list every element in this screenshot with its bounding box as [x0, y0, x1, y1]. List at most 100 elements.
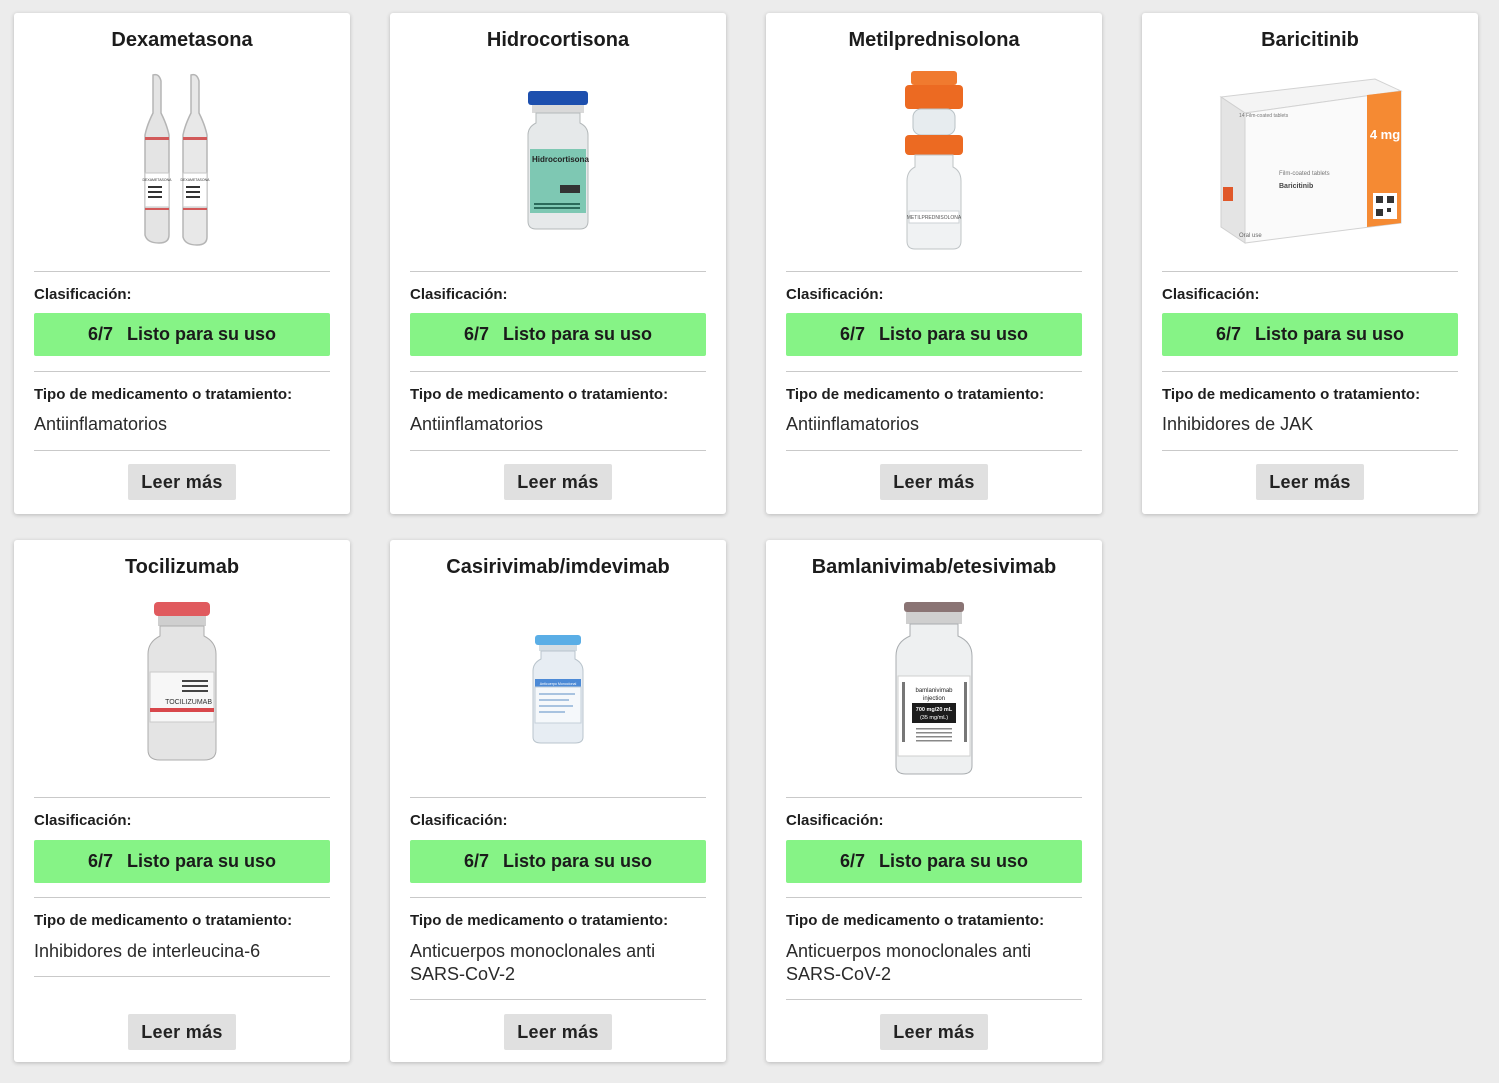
- svg-text:(35 mg/mL): (35 mg/mL): [920, 715, 948, 721]
- type-value: Antiinflamatorios: [786, 414, 920, 434]
- svg-text:Oral use: Oral use: [1239, 233, 1262, 239]
- medication-card-baricitinib: Baricitinib 4 mg 14 Film-coated tablets …: [1142, 13, 1478, 514]
- type-value: Anticuerpos monoclonales anti SARS-CoV-2: [786, 941, 1032, 984]
- status-text: Listo para su uso: [127, 851, 277, 871]
- divider: [786, 797, 1082, 798]
- divider: [410, 999, 706, 1000]
- divider: [34, 797, 330, 798]
- read-more-button[interactable]: Leer más: [880, 464, 988, 500]
- read-more-button[interactable]: Leer más: [504, 1014, 612, 1050]
- status-text: Listo para su uso: [1255, 324, 1405, 344]
- divider: [1162, 371, 1458, 372]
- svg-text:700 mg/20 mL: 700 mg/20 mL: [916, 707, 953, 713]
- divider: [410, 371, 706, 372]
- type-label: Tipo de medicamento o tratamiento:: [410, 912, 669, 929]
- svg-text:DEXAMETASONA: DEXAMETASONA: [143, 178, 173, 182]
- classification-label: Clasificación:: [1162, 286, 1260, 303]
- status-badge: 6/7 Listo para su uso: [34, 313, 330, 356]
- read-more-button[interactable]: Leer más: [504, 464, 612, 500]
- svg-text:DEXAMETASONA: DEXAMETASONA: [181, 178, 211, 182]
- divider: [34, 897, 330, 898]
- card-title: Casirivimab/imdevimab: [446, 556, 670, 578]
- status-badge: 6/7 Listo para su uso: [410, 840, 706, 883]
- svg-text:bamlanivimab: bamlanivimab: [915, 688, 953, 694]
- divider: [786, 450, 1082, 451]
- type-value: Anticuerpos monoclonales anti SARS-CoV-2: [410, 941, 656, 984]
- divider: [410, 450, 706, 451]
- divider: [1162, 450, 1458, 451]
- svg-text:14 Film-coated tablets: 14 Film-coated tablets: [1239, 113, 1289, 119]
- status-text: Listo para su uso: [503, 851, 653, 871]
- svg-text:METILPREDNISOLONA: METILPREDNISOLONA: [907, 215, 962, 221]
- status-badge: 6/7 Listo para su uso: [786, 840, 1082, 883]
- card-title: Hidrocortisona: [486, 29, 630, 51]
- medication-card-casirivimab-imdevimab: Casirivimab/imdevimab Anticuerpo Monoclo…: [390, 540, 726, 1062]
- status-badge: 6/7 Listo para su uso: [1162, 313, 1458, 356]
- vial-icon: Anticuerpo Monoclonal: [532, 635, 584, 744]
- status-score: 6/7: [463, 851, 489, 871]
- divider: [786, 999, 1082, 1000]
- divider: [34, 450, 330, 451]
- divider: [410, 897, 706, 898]
- status-score: 6/7: [1215, 324, 1241, 344]
- type-label: Tipo de medicamento o tratamiento:: [786, 386, 1045, 403]
- svg-text:Baricitinib: Baricitinib: [1279, 183, 1313, 190]
- read-more-button[interactable]: Leer más: [128, 464, 236, 500]
- card-title: Baricitinib: [1261, 29, 1359, 51]
- medication-card-tocilizumab: Tocilizumab TOCILIZUMAB Clasificación: 6…: [14, 540, 350, 1062]
- classification-label: Clasificación:: [410, 812, 508, 829]
- card-title: Tocilizumab: [124, 556, 240, 578]
- read-more-button[interactable]: Leer más: [1256, 464, 1364, 500]
- divider: [786, 371, 1082, 372]
- classification-label: Clasificación:: [786, 286, 884, 303]
- svg-text:4 mg: 4 mg: [1370, 127, 1400, 142]
- vial-icon: bamlanivimab injection 700 mg/20 mL (35 …: [895, 602, 973, 775]
- divider: [34, 976, 330, 977]
- status-badge: 6/7 Listo para su uso: [786, 313, 1082, 356]
- vial-icon: Hidrocortisona: [527, 91, 589, 230]
- divider: [410, 797, 706, 798]
- card-title: Dexametasona: [111, 29, 253, 51]
- medication-card-dexametasona: Dexametasona DEXAMETASONA DEXAMETASONA C…: [14, 13, 350, 514]
- ampoules-icon: DEXAMETASONA DEXAMETASONA: [143, 73, 211, 246]
- type-value: Antiinflamatorios: [410, 414, 544, 434]
- classification-label: Clasificación:: [34, 286, 132, 303]
- medication-card-hidrocortisona: Hidrocortisona Hidrocortisona Clasificac…: [390, 13, 726, 514]
- medication-card-bamlanivimab-etesivimab: Bamlanivimab/etesivimab bamlanivimab inj…: [766, 540, 1102, 1062]
- type-value: Inhibidores de interleucina-6: [34, 941, 261, 961]
- status-text: Listo para su uso: [127, 324, 277, 344]
- svg-text:TOCILIZUMAB: TOCILIZUMAB: [165, 699, 212, 706]
- svg-text:Hidrocortisona: Hidrocortisona: [532, 155, 589, 164]
- svg-text:Anticuerpo Monoclonal: Anticuerpo Monoclonal: [540, 682, 577, 686]
- status-score: 6/7: [839, 851, 865, 871]
- card-title: Metilprednisolona: [848, 29, 1020, 51]
- svg-text:injection: injection: [923, 696, 945, 702]
- divider: [786, 897, 1082, 898]
- mixvial-icon: METILPREDNISOLONA: [905, 71, 963, 250]
- status-score: 6/7: [87, 324, 113, 344]
- status-score: 6/7: [463, 324, 489, 344]
- divider: [34, 271, 330, 272]
- svg-text:Film-coated tablets: Film-coated tablets: [1279, 171, 1330, 177]
- read-more-button[interactable]: Leer más: [128, 1014, 236, 1050]
- type-label: Tipo de medicamento o tratamiento:: [410, 386, 669, 403]
- status-score: 6/7: [87, 851, 113, 871]
- medication-card-metilprednisolona: Metilprednisolona METILPREDNISOLONA Clas…: [766, 13, 1102, 514]
- status-badge: 6/7 Listo para su uso: [34, 840, 330, 883]
- classification-label: Clasificación:: [786, 812, 884, 829]
- divider: [410, 271, 706, 272]
- type-label: Tipo de medicamento o tratamiento:: [34, 386, 293, 403]
- read-more-button[interactable]: Leer más: [880, 1014, 988, 1050]
- type-value: Inhibidores de JAK: [1162, 414, 1314, 434]
- divider: [34, 371, 330, 372]
- status-text: Listo para su uso: [879, 324, 1029, 344]
- type-label: Tipo de medicamento o tratamiento:: [786, 912, 1045, 929]
- status-score: 6/7: [839, 324, 865, 344]
- divider: [1162, 271, 1458, 272]
- status-text: Listo para su uso: [879, 851, 1029, 871]
- classification-label: Clasificación:: [410, 286, 508, 303]
- type-label: Tipo de medicamento o tratamiento:: [1162, 386, 1421, 403]
- pill-box-icon: 4 mg 14 Film-coated tablets Film-coated …: [1219, 78, 1403, 244]
- card-title: Bamlanivimab/etesivimab: [811, 556, 1057, 578]
- classification-label: Clasificación:: [34, 812, 132, 829]
